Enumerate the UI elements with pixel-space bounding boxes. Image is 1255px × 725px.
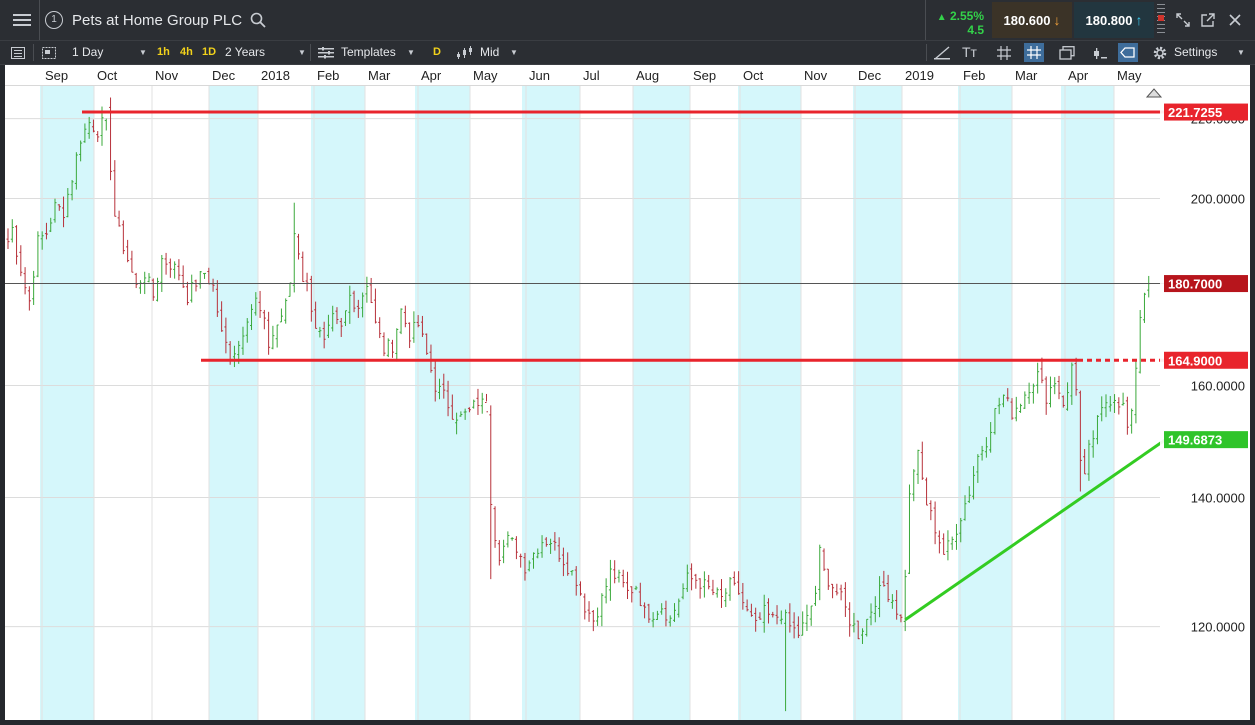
month-band [209, 85, 258, 720]
close-icon[interactable] [1224, 0, 1246, 40]
chart-toolbar: 1 Day ▼ 1h 4h 1D 2 Years ▼ Templates ▼ D… [0, 41, 1255, 65]
time-tick-label: Apr [421, 68, 442, 83]
layout-grid-icon[interactable] [42, 41, 56, 64]
price-tag-221: 221.7255 [1168, 105, 1222, 120]
range-chevron-down-icon[interactable]: ▼ [298, 41, 306, 64]
toolbar-separator [310, 44, 311, 61]
copy-icon[interactable] [1059, 41, 1075, 64]
time-tick-label: Sep [45, 68, 69, 83]
text-tool-icon[interactable]: Tт [962, 41, 977, 64]
month-band [311, 85, 365, 720]
change-percent: ▲ 2.55% [937, 9, 984, 23]
time-tick-label: Mar [1015, 68, 1038, 83]
time-tick-label: Feb [963, 68, 986, 83]
price-tick-label: 200.0000 [1191, 191, 1245, 206]
month-band [738, 85, 801, 720]
time-tick-label: Oct [743, 68, 764, 83]
header-divider [39, 0, 40, 40]
time-tick-label: Mar [368, 68, 391, 83]
quick-interval-1d[interactable]: 1D [202, 41, 216, 64]
month-band [522, 85, 580, 720]
time-tick-label: Nov [804, 68, 828, 83]
month-band [415, 85, 470, 720]
chart-area[interactable]: 120.0000140.0000160.0000200.0000220.0000… [5, 65, 1250, 720]
crosshair-toggle-button[interactable] [1024, 43, 1044, 62]
price-tag-trend: 149.6873 [1168, 433, 1222, 448]
price-tick-label: 120.0000 [1191, 620, 1245, 635]
time-tick-label: Jun [529, 68, 550, 83]
slot-number: 1 [45, 11, 63, 29]
price-change: ▲ 2.55% 4.5 [928, 0, 990, 40]
time-tick-label: Aug [636, 68, 660, 83]
popout-icon[interactable] [1197, 0, 1219, 40]
search-icon[interactable] [250, 12, 266, 28]
time-tick-label: Apr [1068, 68, 1089, 83]
grid-toggle-icon[interactable] [997, 41, 1011, 64]
expand-icon[interactable] [1172, 0, 1194, 40]
quick-interval-4h[interactable]: 4h [180, 41, 193, 64]
gear-icon[interactable] [1152, 41, 1168, 64]
range-select[interactable]: 2 Years [225, 41, 265, 64]
price-label-toggle-button[interactable] [1118, 43, 1138, 62]
up-arrow-icon: ↑ [1135, 12, 1143, 28]
month-band [40, 85, 94, 720]
list-view-icon[interactable] [11, 41, 25, 64]
toolbar-separator [926, 44, 927, 61]
time-tick-label: May [1117, 68, 1142, 83]
time-axis: Sep Oct Nov Dec 2018 Feb Mar Apr May Jun Jul Aug Sep… [5, 65, 1250, 86]
candles-icon[interactable] [457, 41, 475, 64]
change-absolute: 4.5 [967, 23, 984, 37]
price-chart[interactable]: 120.0000140.0000160.0000200.0000220.0000… [5, 65, 1250, 720]
indicator-icon[interactable] [1093, 41, 1107, 64]
price-type-select[interactable]: Mid [480, 41, 499, 64]
sell-price: 180.600 [1003, 12, 1051, 28]
settings-chevron-down-icon[interactable]: ▼ [1237, 41, 1245, 64]
slot-number-badge[interactable]: 1 [43, 0, 65, 40]
month-band [853, 85, 902, 720]
time-tick-label: Feb [317, 68, 340, 83]
templates-chevron-down-icon[interactable]: ▼ [407, 41, 415, 64]
price-tag-last: 180.7000 [1168, 277, 1222, 292]
sell-price-button[interactable]: 180.600 ↓ [992, 2, 1072, 38]
header-divider [925, 0, 926, 40]
down-arrow-icon: ↓ [1053, 12, 1061, 28]
change-percent-value: 2.55% [949, 9, 984, 23]
price-tick-label: 160.0000 [1191, 379, 1245, 394]
interval-select[interactable]: 1 Day [72, 41, 103, 64]
time-tick-label: Sep [693, 68, 717, 83]
price-tick-label: 140.0000 [1191, 490, 1245, 505]
buy-price: 180.800 [1085, 12, 1133, 28]
instrument-title: Pets at Home Group PLC [72, 12, 243, 29]
settings-button[interactable]: Settings [1174, 41, 1217, 64]
templates-icon[interactable] [318, 41, 334, 64]
time-tick-label: 2019 [905, 68, 934, 83]
time-tick-label: 2018 [261, 68, 290, 83]
time-tick-label: Nov [155, 68, 179, 83]
time-tick-label: Oct [97, 68, 118, 83]
up-triangle-icon: ▲ [936, 12, 947, 23]
price-type-chevron-down-icon[interactable]: ▼ [510, 41, 518, 64]
draw-line-icon[interactable] [934, 41, 950, 64]
month-band [633, 85, 690, 720]
quick-interval-1h[interactable]: 1h [157, 41, 170, 64]
time-tick-label: May [473, 68, 498, 83]
chart-window: 1 Pets at Home Group PLC ▲ 2.55% 4.5 180… [0, 0, 1255, 725]
buy-price-button[interactable]: 180.800 ↑ [1074, 2, 1154, 38]
interval-chevron-down-icon[interactable]: ▼ [139, 41, 147, 64]
toolbar-separator [33, 44, 34, 61]
templates-button[interactable]: Templates [341, 41, 396, 64]
time-tick-label: Dec [858, 68, 882, 83]
text-tool-glyph: Tт [962, 44, 977, 60]
window-header: 1 Pets at Home Group PLC ▲ 2.55% 4.5 180… [0, 0, 1255, 41]
d-badge[interactable]: D [433, 41, 441, 64]
time-tick-label: Jul [583, 68, 600, 83]
time-tick-label: Dec [212, 68, 236, 83]
hamburger-menu-icon[interactable] [8, 0, 36, 40]
scroll-grip-icon[interactable] [1156, 0, 1166, 40]
price-tag-164: 164.9000 [1168, 353, 1222, 368]
